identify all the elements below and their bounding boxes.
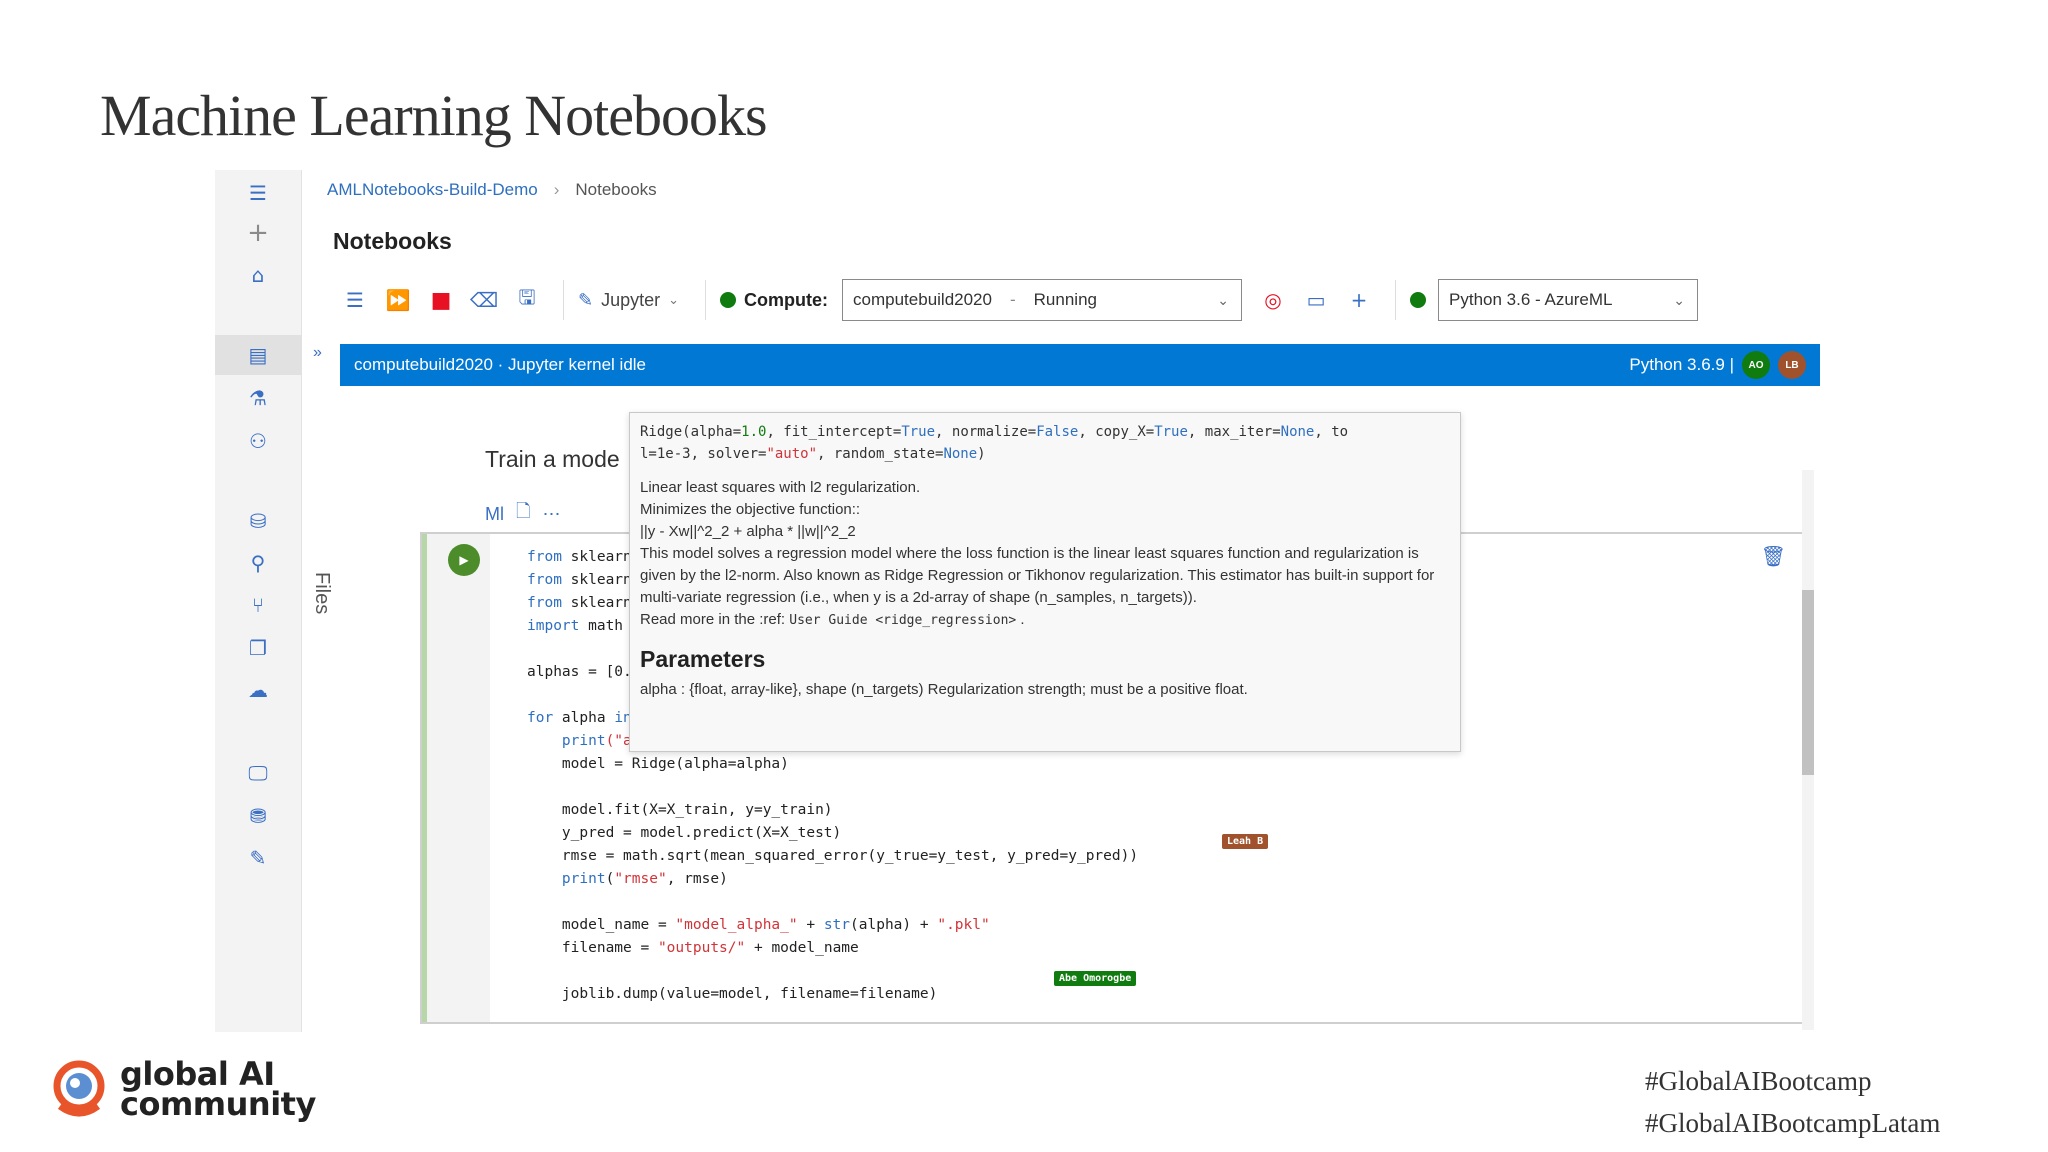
compute-sep: - xyxy=(1009,290,1016,309)
logo-mark-icon xyxy=(53,1060,105,1117)
function-signature: Ridge(alpha=1.0, fit_intercept=True, nor… xyxy=(640,424,1349,462)
expand-panel-icon[interactable]: » xyxy=(313,344,322,362)
breadcrumb-workspace-link[interactable]: AMLNotebooks-Build-Demo xyxy=(327,180,538,200)
hamburger-menu-icon[interactable]: ☰ xyxy=(245,180,271,206)
more-options-icon[interactable]: ⋯ xyxy=(542,504,560,525)
stop-icon[interactable]: ■ xyxy=(426,285,456,315)
compute-value: computebuild2020 xyxy=(853,290,992,309)
toolbar-divider xyxy=(1395,280,1397,320)
datastores-icon[interactable]: ⛃ xyxy=(245,803,271,829)
avatar[interactable]: LB xyxy=(1778,351,1806,379)
compute-status-dot-icon xyxy=(720,292,737,308)
jupyter-dropdown[interactable]: ✎ Jupyter ⌄ xyxy=(578,290,679,311)
collaborator-cursor-tag: Leah B xyxy=(1222,834,1269,849)
compute-icon[interactable]: 🖵 xyxy=(245,760,271,786)
kernel-value: Python 3.6 - AzureML xyxy=(1449,290,1613,309)
run-all-icon[interactable]: ⏩ xyxy=(383,285,413,315)
left-nav-rail: ☰ + ⌂ ▤ ⚗ ⚇ ⛁ ⚲ ⑂ ❐ ☁ 🖵 ⛃ ✎ xyxy=(215,170,302,1032)
hashtags: #GlobalAIBootcamp #GlobalAIBootcampLatam xyxy=(1645,1060,1940,1144)
markdown-heading: Train a mode xyxy=(485,446,620,472)
parameter-line: alpha : {float, array-like}, shape (n_ta… xyxy=(640,681,1248,698)
endpoints-icon[interactable]: ☁ xyxy=(245,677,271,703)
doc-line: Linear least squares with l2 regularizat… xyxy=(640,479,921,496)
document-icon[interactable]: 🗋 xyxy=(516,499,530,529)
scrollbar-thumb[interactable] xyxy=(1802,590,1814,775)
markdown-toggle-button[interactable]: Ml xyxy=(485,504,504,525)
save-icon[interactable]: 🖫 xyxy=(512,285,542,315)
docstring: Linear least squares with l2 regularizat… xyxy=(640,477,1450,632)
parameters-heading: Parameters xyxy=(640,646,766,672)
home-icon[interactable]: ⌂ xyxy=(245,262,271,288)
python-version: Python 3.6.9 | xyxy=(1629,355,1734,374)
delete-cell-icon[interactable]: 🗑 xyxy=(1761,544,1786,569)
notebooks-icon[interactable]: ▤ xyxy=(245,342,271,368)
files-panel-rail: » Files xyxy=(303,340,339,1032)
compute-state: Running xyxy=(1033,290,1097,309)
pipelines-icon[interactable]: ⑂ xyxy=(245,592,271,618)
automated-ml-icon[interactable]: ⚗ xyxy=(245,385,271,411)
toolbar-divider xyxy=(563,280,564,320)
notebook-toolbar: ☰ ⏩ ■ ⌫ 🖫 ✎ Jupyter ⌄ Compute: computebu… xyxy=(340,270,1820,330)
designer-icon[interactable]: ⚇ xyxy=(245,428,271,454)
breadcrumb-chevron-icon: › xyxy=(553,180,560,199)
hashtag: #GlobalAIBootcampLatam xyxy=(1645,1108,1941,1138)
vertical-scrollbar[interactable] xyxy=(1802,470,1814,1030)
kernel-select[interactable]: Python 3.6 - AzureML ⌄ xyxy=(1438,279,1699,321)
doc-line: ||y - Xw||^2_2 + alpha * ||w||^2_2 xyxy=(640,523,856,540)
clear-outputs-icon[interactable]: ⌫ xyxy=(469,285,499,315)
datasets-icon[interactable]: ⛁ xyxy=(245,508,271,534)
kernel-status-bar: computebuild2020 · Jupyter kernel idle P… xyxy=(340,344,1820,386)
jupyter-label: Jupyter xyxy=(601,289,661,310)
cell-gutter xyxy=(422,534,490,1022)
add-icon[interactable]: + xyxy=(245,218,271,248)
toolbar-divider xyxy=(705,280,707,320)
new-compute-icon[interactable]: + xyxy=(1344,285,1374,315)
compute-select[interactable]: computebuild2020 - Running ⌄ xyxy=(842,279,1243,321)
doc-line: Read more in the :ref: User Guide <ridge… xyxy=(640,611,1025,628)
run-cell-button[interactable]: ▶ xyxy=(448,544,480,576)
logo-text: global AI community xyxy=(120,1055,316,1123)
chevron-down-icon: ⌄ xyxy=(1217,291,1230,308)
avatar[interactable]: AO xyxy=(1742,351,1770,379)
jupyter-pencil-icon: ✎ xyxy=(578,289,594,310)
page-title: Notebooks xyxy=(333,228,452,254)
experiments-icon[interactable]: ⚲ xyxy=(245,550,271,576)
models-icon[interactable]: ❐ xyxy=(245,635,271,661)
collaborator-cursor-tag: Abe Omorogbe xyxy=(1054,971,1137,986)
chevron-down-icon: ⌄ xyxy=(668,292,680,307)
kernel-status-text: computebuild2020 · Jupyter kernel idle xyxy=(354,355,647,374)
breadcrumb: AMLNotebooks-Build-Demo › Notebooks xyxy=(327,180,657,200)
files-label[interactable]: Files xyxy=(310,572,333,614)
slide-title: Machine Learning Notebooks xyxy=(100,83,768,148)
doc-line: Minimizes the objective function:: xyxy=(640,501,861,518)
compute-details-icon[interactable]: ▭ xyxy=(1301,285,1331,315)
cell-tools: Ml 🗋 ⋯ xyxy=(485,499,560,529)
compute-label: Compute: xyxy=(744,289,829,310)
global-ai-community-logo: global AI community xyxy=(48,1058,316,1120)
intellisense-tooltip: Ridge(alpha=1.0, fit_intercept=True, nor… xyxy=(629,412,1461,752)
kernel-status-dot-icon xyxy=(1410,292,1427,308)
hashtag: #GlobalAIBootcamp xyxy=(1645,1066,1872,1096)
data-labeling-icon[interactable]: ✎ xyxy=(245,845,271,871)
breadcrumb-current: Notebooks xyxy=(575,180,657,199)
chevron-down-icon: ⌄ xyxy=(1673,291,1686,308)
stop-compute-icon[interactable]: ◎ xyxy=(1258,285,1288,315)
status-right: Python 3.6.9 | AO LB xyxy=(1629,351,1806,379)
cell-menu-icon[interactable]: ☰ xyxy=(340,285,370,315)
doc-line: This model solves a regression model whe… xyxy=(640,545,1435,606)
